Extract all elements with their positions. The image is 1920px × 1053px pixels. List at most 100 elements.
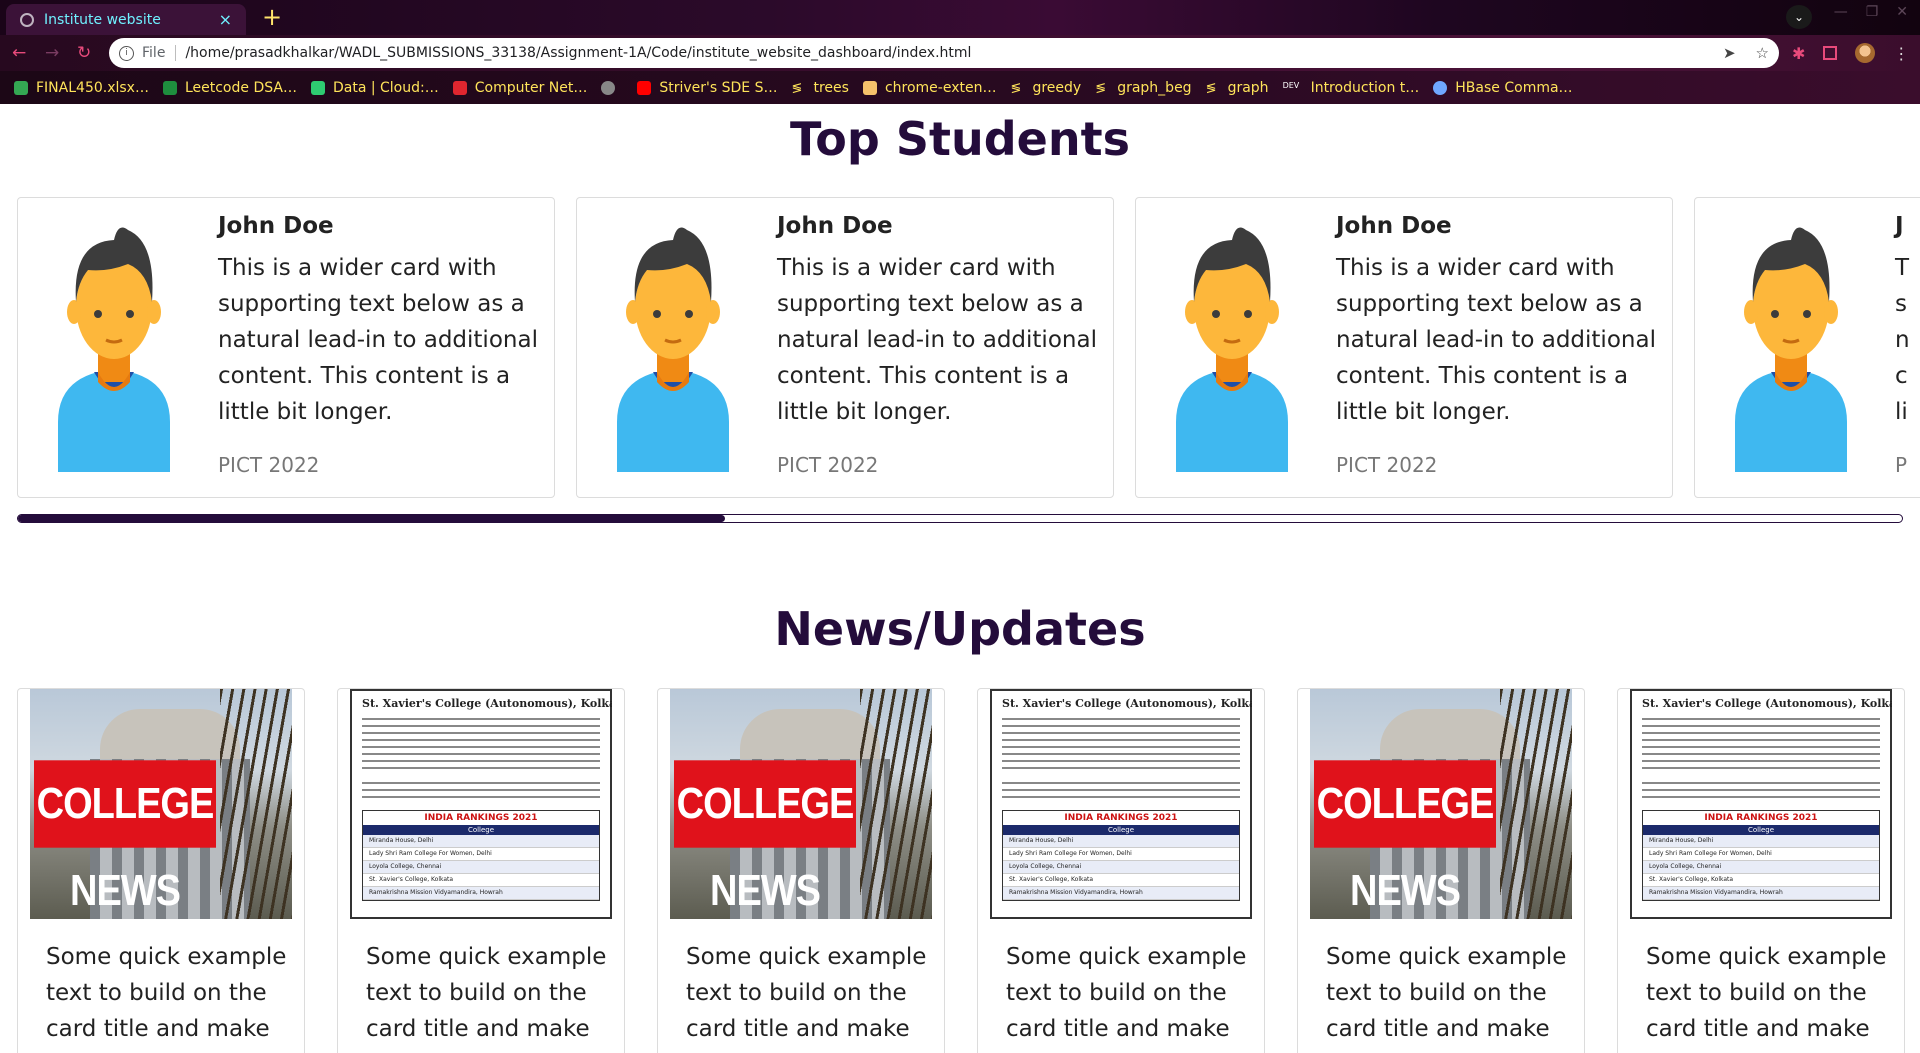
tab-title: Institute website [44, 11, 161, 28]
news-text: Some quick example text to build on the … [1646, 944, 1887, 1042]
squiggle-icon: ≶ [791, 80, 803, 96]
bookmark-item[interactable]: Leetcode DSA… [162, 80, 297, 96]
extensions-puzzle-icon[interactable]: ✱ [1792, 44, 1805, 63]
chevron-down-icon[interactable]: ⌄ [1786, 5, 1812, 29]
document-icon [862, 80, 877, 95]
scrollbar-thumb[interactable] [18, 515, 725, 522]
ranking-row: St. Xavier's College, Kolkata [1643, 874, 1879, 887]
bookmark-item[interactable]: Data | Cloud:… [310, 79, 439, 96]
bookmark-item[interactable]: chrome-exten… [862, 79, 997, 96]
send-icon[interactable]: ➤ [1723, 44, 1736, 62]
bookmark-item[interactable] [601, 80, 623, 95]
news-image: COLLEGE NEWS [30, 689, 292, 919]
ranking-row: Loyola College, Chennai [1003, 861, 1239, 874]
ranking-row: Lady Shri Ram College For Women, Delhi [1643, 848, 1879, 861]
student-avatar-illustration [58, 227, 170, 472]
new-tab-button[interactable]: + [262, 3, 282, 31]
bookmark-item[interactable]: Striver's SDE S… [637, 80, 777, 96]
student-card[interactable]: John Doe This is a wider card with suppor… [17, 197, 555, 498]
info-icon[interactable]: i [119, 45, 134, 61]
news-card[interactable]: COLLEGE NEWS Some quick example text to b… [17, 688, 305, 1053]
close-icon[interactable]: × [219, 10, 232, 29]
v-logo-icon [452, 80, 467, 95]
globe-icon [20, 12, 34, 27]
news-title: News/Updates [774, 602, 1146, 656]
bookmark-item[interactable]: ≶ graph [1206, 80, 1269, 96]
student-footer: P [1895, 453, 1908, 477]
close-window-icon[interactable]: ✕ [1896, 4, 1908, 20]
google-drive-icon [14, 80, 28, 95]
college-news-banner: COLLEGE NEWS [1314, 760, 1496, 916]
bookmark-item[interactable]: HBase Comma… [1433, 80, 1573, 96]
student-name: John Doe [1336, 213, 1452, 239]
ranking-row: St. Xavier's College, Kolkata [1003, 874, 1239, 887]
news-card[interactable]: St. Xavier's College (Autonomous), Kolka… [337, 688, 625, 1053]
ranking-row: Ramakrishna Mission Vidyamandira, Howrah [1643, 887, 1879, 900]
bookmark-label: Computer Net… [474, 79, 588, 96]
news-card[interactable]: COLLEGE NEWS Some quick example text to b… [1297, 688, 1585, 1053]
leaf-icon [310, 80, 325, 95]
student-avatar-illustration [1176, 227, 1288, 472]
top-students-title: Top Students [790, 112, 1130, 166]
bookmark-label: chrome-exten… [884, 79, 997, 96]
minimize-icon[interactable]: — [1834, 4, 1848, 20]
omnibox-actions: ➤ ☆ [1723, 44, 1769, 62]
news-card[interactable]: St. Xavier's College (Autonomous), Kolka… [1617, 688, 1905, 1053]
ranking-row: Loyola College, Chennai [363, 861, 599, 874]
poster-category: College [1003, 825, 1239, 835]
restore-icon[interactable]: ❐ [1866, 4, 1879, 20]
poster-heading: INDIA RANKINGS 2021 [1064, 813, 1178, 823]
url-text[interactable]: /home/prasadkhalkar/WADL_SUBMISSIONS_331… [185, 45, 971, 61]
bookmark-item[interactable]: FINAL450.xlsx… [14, 80, 149, 96]
profile-avatar[interactable] [1855, 43, 1876, 63]
ranking-row: Loyola College, Chennai [1643, 861, 1879, 874]
poster-title: St. Xavier's College (Autonomous), Kolka… [1002, 697, 1252, 710]
forward-arrow-icon[interactable]: → [45, 43, 59, 63]
bookmark-item[interactable]: Computer Net… [452, 79, 588, 96]
ranking-row: Lady Shri Ram College For Women, Delhi [363, 848, 599, 861]
divider [175, 45, 177, 61]
bookmark-star-icon[interactable]: ☆ [1756, 44, 1769, 62]
poster-heading: INDIA RANKINGS 2021 [424, 813, 538, 823]
address-bar[interactable]: i File /home/prasadkhalkar/WADL_SUBMISSI… [109, 38, 1779, 68]
poster-title: St. Xavier's College (Autonomous), Kolka… [362, 697, 612, 710]
bookmark-label: greedy [1032, 79, 1082, 96]
bookmark-item[interactable]: ≶ graph_beg [1095, 80, 1191, 96]
student-name: John Doe [777, 213, 893, 239]
news-text: Some quick example text to build on the … [366, 944, 607, 1042]
bookmark-item[interactable]: ≶ greedy [1010, 80, 1081, 96]
back-arrow-icon[interactable]: ← [12, 43, 26, 63]
carousel-scrollbar[interactable] [17, 514, 1903, 523]
avatar [1176, 222, 1288, 472]
news-card[interactable]: COLLEGE NEWS Some quick example text to b… [657, 688, 945, 1053]
reload-icon[interactable]: ↻ [77, 43, 91, 63]
student-card[interactable]: John Doe This is a wider card with suppor… [576, 197, 1114, 498]
student-description: This is a wider card with supporting tex… [777, 255, 1097, 425]
browser-tab[interactable]: Institute website × [6, 4, 246, 35]
news-image: St. Xavier's College (Autonomous), Kolka… [350, 689, 612, 919]
browser-tab-strip: Institute website × + ⌄ — ❐ ✕ [0, 0, 1920, 35]
bookmark-item[interactable]: ≶ trees [791, 80, 848, 96]
poster-heading: INDIA RANKINGS 2021 [1704, 813, 1818, 823]
news-image: St. Xavier's College (Autonomous), Kolka… [990, 689, 1252, 919]
squiggle-icon: ≶ [1095, 80, 1107, 96]
news-card[interactable]: St. Xavier's College (Autonomous), Kolka… [977, 688, 1265, 1053]
avatar [1735, 222, 1847, 472]
bookmark-label: Introduction t… [1310, 79, 1420, 96]
avatar [58, 222, 170, 472]
rankings-poster: St. Xavier's College (Autonomous), Kolka… [350, 689, 612, 919]
news-text: Some quick example text to build on the … [686, 944, 927, 1042]
student-card[interactable]: John Doe This is a wider card with suppor… [1135, 197, 1673, 498]
student-avatar-illustration [617, 227, 729, 472]
side-panel-icon[interactable] [1823, 46, 1838, 60]
bookmark-label: Striver's SDE S… [659, 79, 778, 96]
kebab-menu-icon[interactable]: ⋮ [1893, 44, 1909, 63]
student-footer: PICT 2022 [218, 453, 320, 477]
bookmark-item[interactable]: DEV Introduction t… [1283, 80, 1420, 96]
student-card[interactable]: J T s n c li P [1694, 197, 1920, 498]
student-description: T s n c li [1895, 255, 1910, 425]
student-avatar-illustration [1735, 227, 1847, 472]
news-image: COLLEGE NEWS [670, 689, 932, 919]
youtube-icon [637, 80, 652, 95]
bookmark-label: Data | Cloud:… [332, 79, 439, 96]
